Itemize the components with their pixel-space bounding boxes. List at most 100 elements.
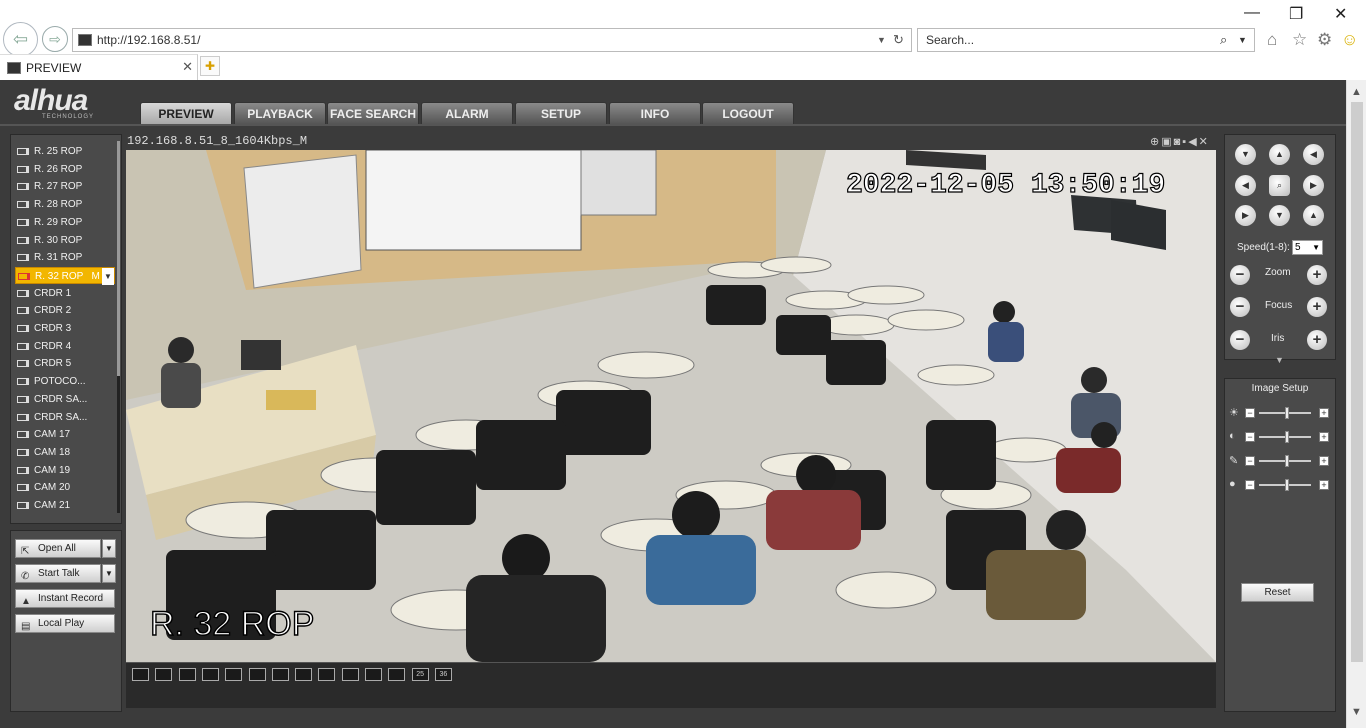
channel-item[interactable]: R. 31 ROP [15, 249, 115, 266]
refresh-icon[interactable]: ↻ [893, 32, 904, 48]
iris-minus-button[interactable]: − [1230, 330, 1250, 350]
saturation-plus[interactable]: + [1319, 456, 1329, 466]
local-play-button[interactable]: ▤ Local Play [15, 614, 115, 633]
layout-button[interactable] [365, 668, 382, 681]
tab-close-icon[interactable]: ✕ [182, 59, 193, 75]
ptz-up-right-icon[interactable]: ◀ [1303, 144, 1324, 165]
home-icon[interactable]: ⌂ [1267, 30, 1277, 50]
address-url[interactable]: http://192.168.8.51/ [97, 33, 200, 47]
restore-icon[interactable]: ❐ [1289, 4, 1303, 24]
lock-icon[interactable]: ▣ [1161, 136, 1173, 148]
zoom-in-button[interactable]: + [1307, 265, 1327, 285]
nav-tab-logout[interactable]: LOGOUT [702, 102, 794, 124]
ptz-up-icon[interactable]: ▲ [1269, 144, 1290, 165]
ptz-up-left-icon[interactable]: ▼ [1235, 144, 1256, 165]
brightness-minus[interactable]: − [1245, 408, 1255, 418]
channel-item[interactable]: CRDR 4 [15, 338, 115, 355]
search-icon[interactable]: ⌕ [1220, 32, 1227, 48]
channel-item[interactable]: POTOCO... [15, 373, 115, 390]
scroll-up-icon[interactable]: ▲ [1351, 86, 1362, 98]
forward-button[interactable]: ⇨ [42, 26, 68, 52]
layout-button[interactable] [201, 668, 219, 681]
layout-button[interactable] [271, 668, 289, 681]
channel-item[interactable]: CRDR SA... [15, 409, 115, 426]
reset-button[interactable]: Reset [1241, 583, 1314, 602]
audio-icon[interactable]: ◀ [1188, 136, 1198, 148]
channel-item[interactable]: R. 32 ROP M ▼ [15, 266, 115, 285]
channel-dropdown-icon[interactable]: ▼ [102, 267, 114, 285]
saturation-slider[interactable]: ✎ − + [1229, 455, 1333, 467]
channel-item[interactable]: CAM 18 [15, 444, 115, 461]
ptz-down-right-icon[interactable]: ▲ [1303, 205, 1324, 226]
layout-button[interactable] [295, 668, 313, 681]
ptz-down-left-icon[interactable]: ▶ [1235, 205, 1256, 226]
brightness-slider[interactable]: ☀ − + [1229, 407, 1333, 419]
layout-button[interactable] [178, 668, 196, 681]
channel-item[interactable]: CAM 17 [15, 426, 115, 443]
contrast-minus[interactable]: − [1245, 432, 1255, 442]
channel-item[interactable]: R. 27 ROP [15, 178, 115, 195]
contrast-knob[interactable] [1285, 431, 1289, 443]
page-scrollbar[interactable]: ▲ ▼ [1346, 80, 1366, 728]
channel-item[interactable]: CAM 20 [15, 479, 115, 496]
layout-button[interactable] [341, 668, 359, 681]
settings-gear-icon[interactable]: ⚙ [1317, 30, 1332, 50]
minimize-icon[interactable]: — [1244, 4, 1260, 22]
layout-button[interactable] [318, 668, 336, 681]
layout-button[interactable] [225, 668, 243, 681]
channel-item[interactable]: CRDR 2 [15, 302, 115, 319]
new-tab-button[interactable]: ✚ [200, 56, 220, 76]
channel-item[interactable]: CAM 19 [15, 462, 115, 479]
zoom-icon[interactable]: ⊕ [1150, 136, 1161, 148]
browser-tab[interactable]: PREVIEW ✕ [0, 54, 198, 80]
start-talk-button[interactable]: ✆ Start Talk ▼ [15, 564, 116, 583]
channel-item[interactable]: CRDR 5 [15, 355, 115, 372]
ptz-down-icon[interactable]: ▼ [1269, 205, 1290, 226]
collapse-arrow-icon[interactable]: ▼ [1275, 355, 1284, 365]
nav-tab-setup[interactable]: SETUP [515, 102, 607, 124]
channel-item[interactable]: R. 30 ROP [15, 232, 115, 249]
channel-item[interactable]: R. 28 ROP [15, 196, 115, 213]
brightness-knob[interactable] [1285, 407, 1289, 419]
open-all-dropdown-icon[interactable]: ▼ [102, 539, 116, 558]
start-talk-dropdown-icon[interactable]: ▼ [102, 564, 116, 583]
speed-select[interactable]: 5 ▼ [1292, 240, 1323, 255]
channel-item[interactable]: R. 25 ROP [15, 143, 115, 160]
scroll-thumb[interactable] [1351, 102, 1363, 662]
zoom-out-button[interactable]: − [1230, 265, 1250, 285]
back-button[interactable]: ⇦ [3, 22, 38, 57]
channel-item[interactable]: CAM 21 [15, 497, 115, 514]
contrast-slider[interactable]: ◐ − + [1229, 430, 1333, 443]
address-bar[interactable]: http://192.168.8.51/ ▼ ↻ [72, 28, 912, 52]
layout-button[interactable] [155, 668, 173, 681]
scroll-down-icon[interactable]: ▼ [1351, 706, 1362, 718]
search-placeholder[interactable]: Search... [926, 33, 974, 47]
hue-slider[interactable]: ● − + [1229, 478, 1333, 491]
instant-record-button[interactable]: ▲ Instant Record [15, 589, 115, 608]
brightness-plus[interactable]: + [1319, 408, 1329, 418]
hue-minus[interactable]: − [1245, 480, 1255, 490]
contrast-plus[interactable]: + [1319, 432, 1329, 442]
focus-plus-button[interactable]: + [1307, 297, 1327, 317]
channel-list-scrollbar[interactable] [117, 141, 120, 513]
open-all-button[interactable]: ⇱ Open All ▼ [15, 539, 116, 558]
nav-tab-face-search[interactable]: FACE SEARCH [327, 102, 419, 124]
channel-item[interactable]: R. 26 ROP [15, 161, 115, 178]
layout-button[interactable] [132, 668, 149, 681]
nav-tab-playback[interactable]: PLAYBACK [234, 102, 326, 124]
snapshot-icon[interactable]: ◙ [1174, 136, 1183, 148]
layout-button[interactable]: 25 [411, 668, 429, 681]
nav-tab-alarm[interactable]: ALARM [421, 102, 513, 124]
channel-item[interactable]: CRDR SA... [15, 391, 115, 408]
favorites-star-icon[interactable]: ☆ [1292, 30, 1307, 50]
search-dropdown-icon[interactable]: ▼ [1238, 35, 1247, 45]
iris-plus-button[interactable]: + [1307, 330, 1327, 350]
ptz-left-icon[interactable]: ◀ [1235, 175, 1256, 196]
saturation-knob[interactable] [1285, 455, 1289, 467]
nav-tab-info[interactable]: INFO [609, 102, 701, 124]
search-box[interactable]: Search... ⌕ ▼ [917, 28, 1255, 52]
video-feed[interactable]: 2022-12-05 13:50:19 R. 32 ROP [126, 150, 1216, 662]
layout-button[interactable] [388, 668, 406, 681]
nav-tab-preview[interactable]: PREVIEW [140, 102, 232, 124]
dropdown-icon[interactable]: ▼ [877, 35, 886, 45]
